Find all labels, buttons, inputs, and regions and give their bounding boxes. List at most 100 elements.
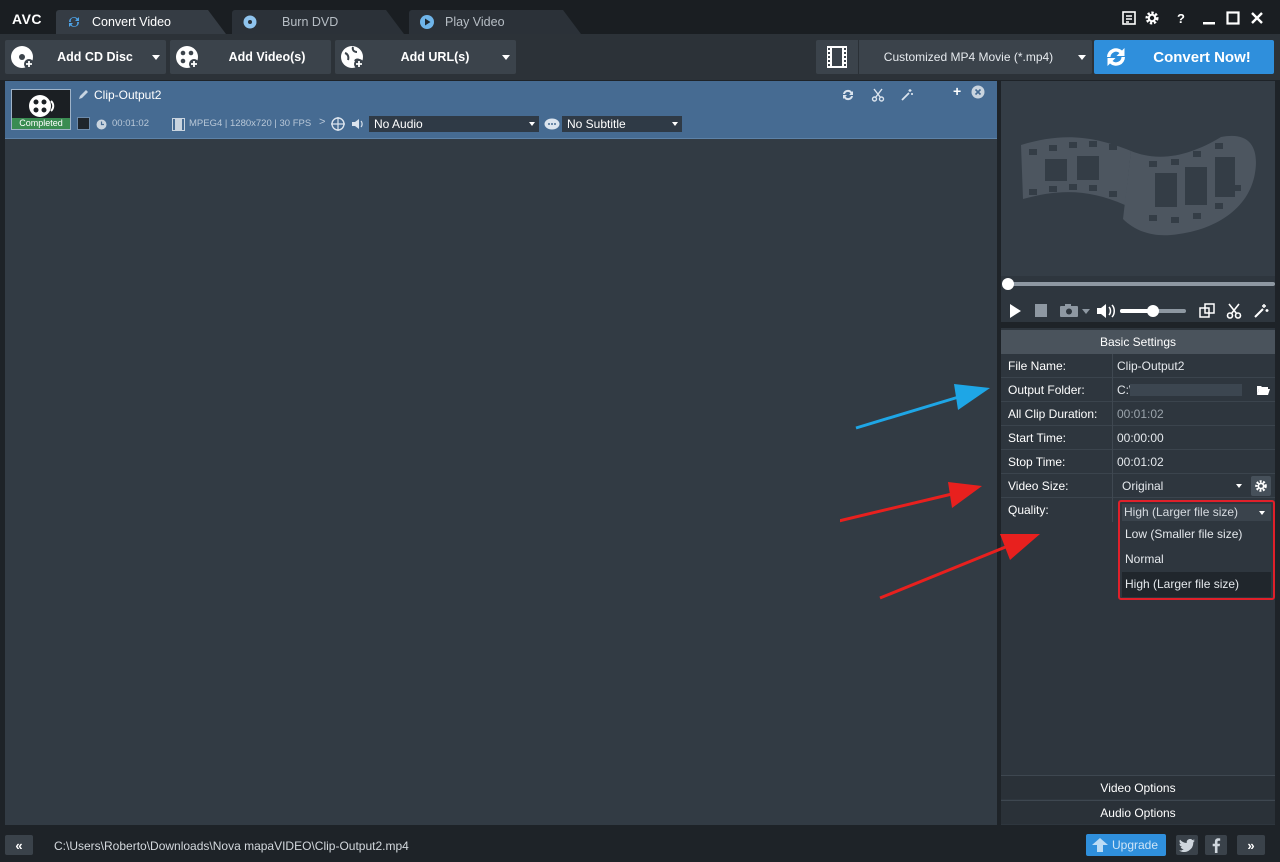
menu-list-icon[interactable] [1120,9,1138,27]
minimize-icon[interactable] [1200,9,1218,27]
status-badge: Completed [12,118,70,129]
chevron-down-icon[interactable] [1082,309,1090,314]
maximize-icon[interactable] [1224,9,1242,27]
play-icon[interactable] [1009,304,1021,318]
magic-wand-icon[interactable] [900,88,914,102]
remove-icon[interactable] [971,85,985,99]
stop-icon[interactable] [1035,304,1047,317]
scissors-icon[interactable] [1226,303,1242,319]
pip-icon[interactable] [1199,303,1215,319]
close-icon[interactable] [1248,9,1266,27]
upgrade-button[interactable]: Upgrade [1086,834,1166,856]
tab-label: Play Video [445,15,505,29]
gear-icon [1255,480,1267,492]
folder-open-icon[interactable] [1256,384,1270,396]
clip-video-info: MPEG4 | 1280x720 | 30 FPS [189,118,312,129]
quality-option-low[interactable]: Low (Smaller file size) [1122,522,1271,547]
annotation-arrow-red [879,534,1040,600]
start-time-field[interactable]: 00:00:00 [1117,431,1164,445]
pencil-icon[interactable] [77,89,89,101]
upgrade-label: Upgrade [1112,838,1159,852]
clip-checkbox[interactable] [77,117,90,130]
gear-icon[interactable] [1143,9,1161,27]
quality-select[interactable]: High (Larger file size) [1122,504,1271,521]
video-options-button[interactable]: Video Options [1001,775,1275,799]
film-reel-placeholder-icon [1021,135,1256,236]
collapse-left-button[interactable]: « [5,835,33,855]
scissors-icon[interactable] [871,88,885,102]
annotation-arrows [840,384,1040,600]
add-icon[interactable]: + [953,83,961,99]
volume-icon[interactable] [1096,303,1116,319]
tab-label: Convert Video [92,15,171,29]
clip-duration: 00:01:02 [112,118,149,129]
globe-add-icon [341,46,364,69]
toolbar: Add CD Disc Add Video(s) Add URL(s) Cust… [0,34,1280,80]
chevron-down-icon [1236,484,1242,488]
film-strip-icon [827,46,847,68]
quality-option-high[interactable]: High (Larger file size) [1122,572,1271,597]
twitter-icon[interactable] [1176,835,1198,855]
add-videos-label: Add Video(s) [228,50,306,64]
sync-icon[interactable] [841,88,855,102]
redacted-path [1130,384,1242,396]
help-icon[interactable]: ? [1172,9,1190,27]
chevron-down-icon [529,122,535,126]
chevron-down-icon[interactable] [1078,54,1086,60]
title-bar: AVC Convert Video Burn DVD Play Video ? [0,0,1280,34]
video-size-select[interactable]: Original [1115,477,1248,495]
annotation-arrow-blue [855,384,990,430]
film-reel-add-icon [176,46,199,69]
magic-wand-icon[interactable] [1253,303,1269,319]
file-list-item[interactable]: Completed Clip-Output2 + 00:01:02 MPEG4 … [5,81,997,139]
tab-convert-video[interactable]: Convert Video [56,10,226,34]
file-name-field[interactable]: Clip-Output2 [1117,359,1184,373]
chevron-down-icon[interactable] [502,54,510,60]
add-cd-disc-button[interactable]: Add CD Disc [5,40,166,74]
add-cd-disc-label: Add CD Disc [57,50,133,64]
subtitle-value: No Subtitle [567,117,626,131]
seek-bar[interactable] [1007,282,1275,286]
arrow-up-icon [1092,838,1108,852]
status-bar: « C:\Users\Roberto\Downloads\Nova mapaVI… [0,828,1280,862]
output-path: C:\Users\Roberto\Downloads\Nova mapaVIDE… [54,839,409,853]
volume-handle[interactable] [1147,305,1159,317]
quality-value: High (Larger file size) [1124,505,1239,519]
convert-now-label: Convert Now! [1153,48,1251,66]
convert-now-button[interactable]: Convert Now! [1094,40,1274,74]
speaker-icon [352,119,363,129]
video-size-settings-button[interactable] [1251,476,1271,496]
video-preview [1001,81,1275,276]
target-icon[interactable] [331,117,345,131]
output-format-label: Customized MP4 Movie (*.mp4) [883,50,1054,64]
video-size-value: Original [1122,479,1164,493]
clip-name[interactable]: Clip-Output2 [94,88,161,102]
stop-time-field[interactable]: 00:01:02 [1117,455,1164,469]
facebook-icon[interactable] [1205,835,1227,855]
quality-dropdown[interactable]: High (Larger file size) Low (Smaller fil… [1118,500,1275,600]
chevron-right-icon: > [319,116,326,128]
player-controls [1001,276,1275,322]
tab-play-video[interactable]: Play Video [409,10,581,34]
chevron-down-icon[interactable] [152,54,160,60]
all-clip-duration-value: 00:01:02 [1117,407,1164,421]
audio-track-select[interactable]: No Audio [369,116,539,132]
chevron-down-icon [672,122,678,126]
basic-settings-header[interactable]: Basic Settings [1001,330,1275,354]
camera-icon[interactable] [1059,303,1079,318]
add-urls-button[interactable]: Add URL(s) [335,40,516,74]
add-videos-button[interactable]: Add Video(s) [170,40,331,74]
seek-handle[interactable] [1002,278,1014,290]
expand-right-button[interactable]: » [1237,835,1265,855]
clip-thumbnail: Completed [11,89,71,130]
tab-burn-dvd[interactable]: Burn DVD [232,10,404,34]
subtitle-select[interactable]: No Subtitle [562,116,682,132]
add-urls-label: Add URL(s) [400,50,470,64]
quality-option-normal[interactable]: Normal [1122,547,1271,572]
play-circle-icon [420,15,434,29]
tab-label: Burn DVD [282,15,339,29]
film-reel-icon [29,95,55,117]
audio-options-button[interactable]: Audio Options [1001,800,1275,824]
subtitle-bubble-icon [544,118,560,130]
output-format-select[interactable]: Customized MP4 Movie (*.mp4) [816,40,1092,74]
